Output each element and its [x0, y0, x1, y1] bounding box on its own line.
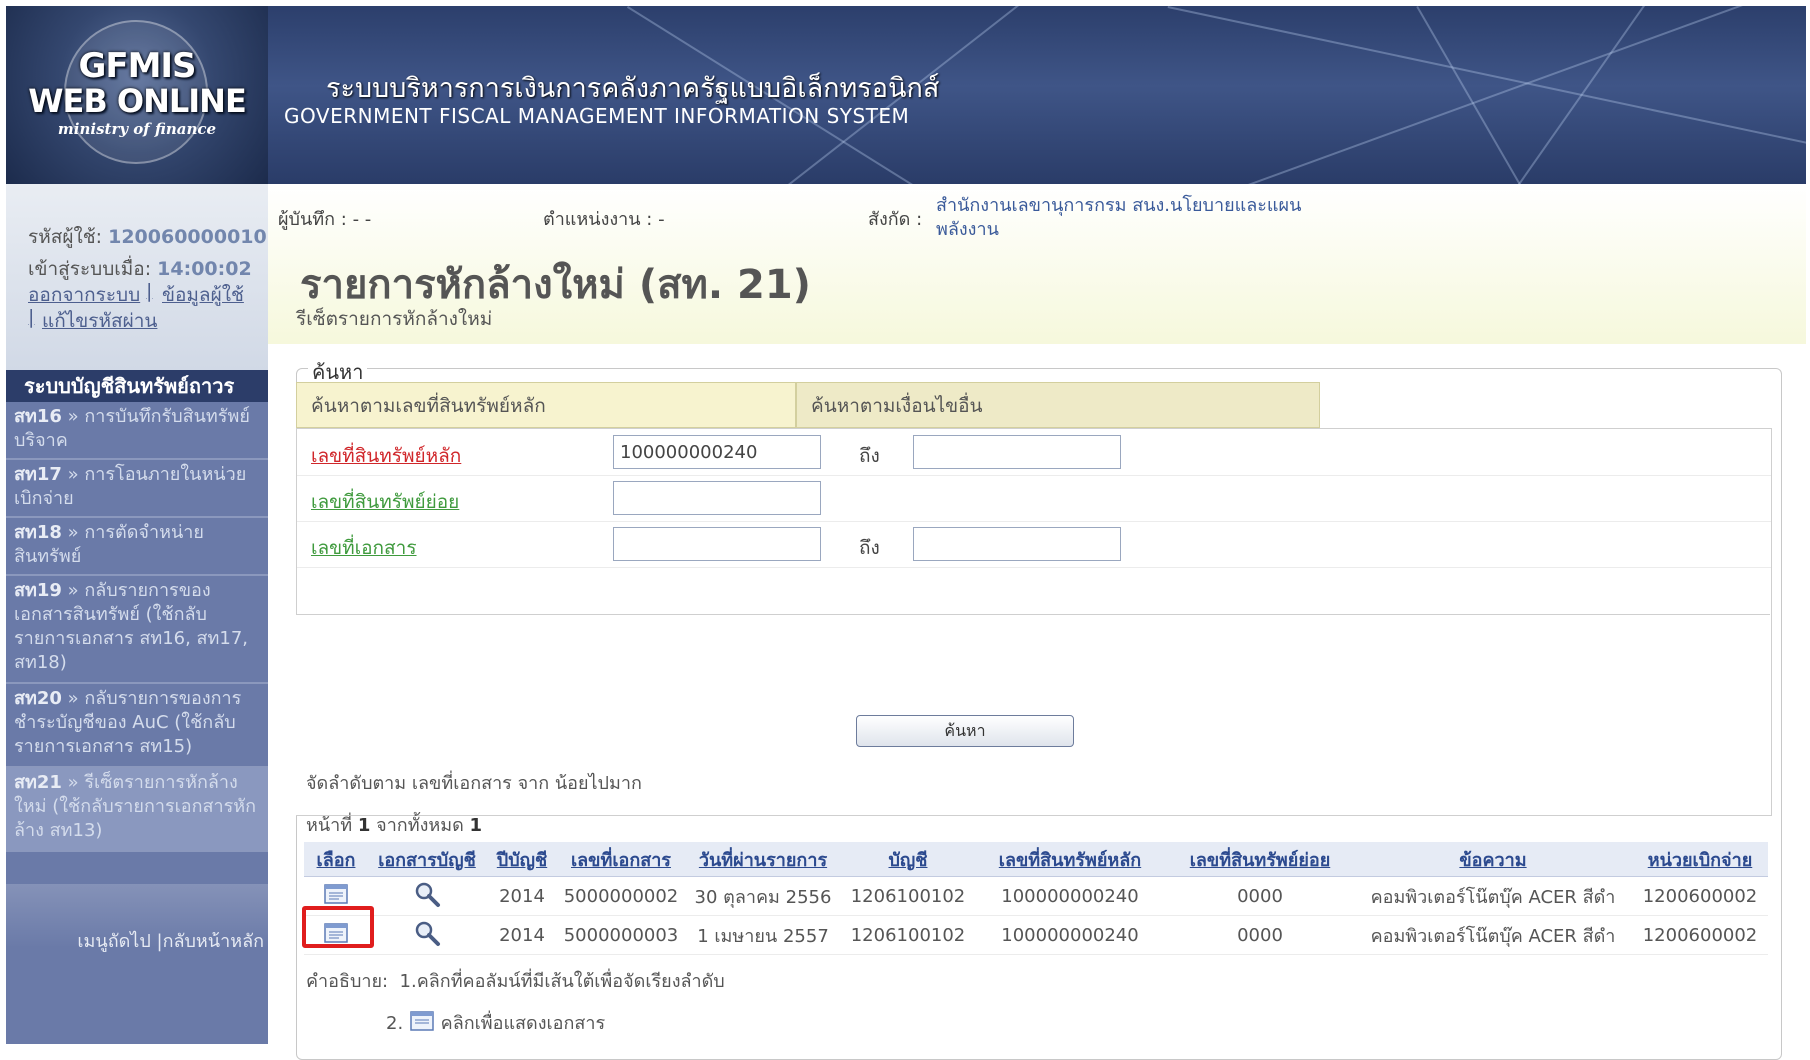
header-banner: ระบบบริหารการเงินการคลังภาครัฐแบบอิเล็กท…: [268, 6, 1806, 184]
login-time-value: 14:00:02: [157, 258, 252, 280]
tab-search-by-other-conditions[interactable]: ค้นหาตามเงื่อนไขอื่น: [796, 382, 1320, 428]
col-doc-no[interactable]: เลขที่เอกสาร: [558, 842, 684, 877]
highlight-box: [302, 906, 374, 948]
sub-asset-input[interactable]: [613, 481, 821, 515]
unit-cell: 1200600002: [1632, 876, 1768, 916]
view-cell: [368, 915, 486, 955]
logo-text-ministry: ministry of finance: [57, 120, 217, 138]
post-date-cell: 1 เมษายน 2557: [684, 915, 842, 955]
change-password-link[interactable]: แก้ไขรหัสผ่าน: [42, 306, 157, 336]
sub-asset-cell: 0000: [1166, 876, 1354, 916]
doc-no-label[interactable]: เลขที่เอกสาร: [311, 533, 417, 563]
form-row-main-asset: เลขที่สินทรัพย์หลัก ถึง: [297, 429, 1771, 476]
document-icon[interactable]: [323, 882, 349, 906]
menu-item-st20[interactable]: สท20 » กลับรายการของการชำระบัญชีของ AuC …: [6, 684, 268, 768]
col-account[interactable]: บัญชี: [842, 842, 974, 877]
col-fiscal-year[interactable]: ปีบัญชี: [486, 842, 558, 877]
magnifier-icon[interactable]: [413, 919, 441, 947]
tab-search-by-main-asset[interactable]: ค้นหาตามเลขที่สินทรัพย์หลัก: [296, 382, 796, 428]
year-cell: 2014: [486, 915, 558, 955]
to-label: ถึง: [859, 445, 880, 467]
account-cell: 1206100102: [842, 915, 974, 955]
sort-info: จัดลำดับตาม เลขที่เอกสาร จาก น้อยไปมาก: [306, 773, 642, 794]
search-button[interactable]: ค้นหา: [856, 715, 1074, 747]
menu-item-st19[interactable]: สท19 » กลับรายการของเอกสารสินทรัพย์ (ใช้…: [6, 576, 268, 684]
sub-asset-cell: 0000: [1166, 915, 1354, 955]
table-row: 2014 5000000002 30 ตุลาคม 2556 120610010…: [304, 876, 1768, 916]
doc-no-cell: 5000000002: [558, 876, 684, 916]
to-label: ถึง: [859, 537, 880, 559]
col-post-date[interactable]: วันที่ผ่านรายการ: [684, 842, 842, 877]
org-label: สังกัด :: [868, 209, 923, 230]
col-sub-asset[interactable]: เลขที่สินทรัพย์ย่อย: [1166, 842, 1354, 877]
user-id-line: รหัสผู้ใช้: 120060000010: [28, 226, 267, 248]
main-asset-to-input[interactable]: [913, 435, 1121, 469]
magnifier-icon[interactable]: [413, 880, 441, 908]
account-cell: 1206100102: [842, 876, 974, 916]
main-asset-from-input[interactable]: [613, 435, 821, 469]
main-asset-cell: 100000000240: [974, 915, 1166, 955]
menu-item-st17[interactable]: สท17 » การโอนภายในหน่วยเบิกจ่าย: [6, 460, 268, 518]
year-cell: 2014: [486, 876, 558, 916]
form-row-doc-no: เลขที่เอกสาร ถึง: [297, 521, 1771, 568]
legend-note-2: 2. คลิกเพื่อแสดงเอกสาร: [386, 1008, 605, 1037]
user-panel: รหัสผู้ใช้: 120060000010 เข้าสู่ระบบเมื่…: [6, 184, 268, 370]
text-cell: คอมพิวเตอร์โน๊ตบุ๊ค ACER สีดำ: [1354, 915, 1632, 955]
doc-no-from-input[interactable]: [613, 527, 821, 561]
text-cell: คอมพิวเตอร์โน๊ตบุ๊ค ACER สีดำ: [1354, 876, 1632, 916]
view-cell: [368, 876, 486, 916]
system-title-thai: ระบบบริหารการเงินการคลังภาครัฐแบบอิเล็กท…: [326, 73, 940, 104]
col-main-asset[interactable]: เลขที่สินทรัพย์หลัก: [974, 842, 1166, 877]
logo-text-gfmis: GFMIS: [78, 46, 196, 86]
main-asset-cell: 100000000240: [974, 876, 1166, 916]
system-title-english: GOVERNMENT FISCAL MANAGEMENT INFORMATION…: [284, 104, 910, 128]
user-info-link[interactable]: ข้อมูลผู้ใช้: [162, 280, 244, 310]
info-strip: ผู้บันทึก : - - ตำแหน่งงาน : - สังกัด : …: [268, 184, 1806, 344]
recorder-info: ผู้บันทึก : - -: [278, 209, 372, 230]
separator: |: [146, 280, 153, 302]
menu-footer: เมนูถัดไป |กลับหน้าหลัก: [6, 884, 268, 1044]
menu-item-st18[interactable]: สท18 » การตัดจำหน่ายสินทรัพย์: [6, 518, 268, 576]
user-id-value: 120060000010: [108, 226, 267, 248]
logo-text-web-online: WEB ONLINE: [28, 82, 247, 120]
doc-no-cell: 5000000003: [558, 915, 684, 955]
unit-cell: 1200600002: [1632, 915, 1768, 955]
separator: |: [28, 306, 35, 328]
main-asset-label[interactable]: เลขที่สินทรัพย์หลัก: [311, 441, 461, 471]
col-select: เลือก: [304, 842, 368, 877]
position-info: ตำแหน่งงาน : -: [543, 209, 665, 230]
menu-item-st21[interactable]: สท21 » รีเซ็ตรายการหักล้างใหม่ (ใช้กลับร…: [6, 768, 268, 852]
page-subtitle: รีเซ็ตรายการหักล้างใหม่: [296, 308, 493, 330]
doc-no-to-input[interactable]: [913, 527, 1121, 561]
menu-item-st16[interactable]: สท16 » การบันทึกรับสินทรัพย์บริจาค: [6, 402, 268, 460]
left-sidebar: รหัสผู้ใช้: 120060000010 เข้าสู่ระบบเมื่…: [6, 184, 268, 1044]
sub-asset-label[interactable]: เลขที่สินทรัพย์ย่อย: [311, 487, 459, 517]
legend-note-1: คำอธิบาย: 1.คลิกที่คอลัมน์ที่มีเส้นใต้เพ…: [306, 971, 725, 992]
menu-header: ระบบบัญชีสินทรัพย์ถาวร: [6, 370, 268, 402]
table-row: 2014 5000000003 1 เมษายน 2557 1206100102…: [304, 915, 1768, 955]
post-date-cell: 30 ตุลาคม 2556: [684, 876, 842, 916]
results-table: เลือก เอกสารบัญชี ปีบัญชี เลขที่เอกสาร ว…: [304, 842, 1768, 955]
col-text[interactable]: ข้อความ: [1354, 842, 1632, 877]
col-account-doc: เอกสารบัญชี: [368, 842, 486, 877]
document-icon: [410, 1011, 434, 1031]
menu-footer-links[interactable]: เมนูถัดไป |กลับหน้าหลัก: [77, 926, 264, 955]
results-header-row: เลือก เอกสารบัญชี ปีบัญชี เลขที่เอกสาร ว…: [304, 842, 1768, 877]
main-content: ค้นหา ค้นหาตามเลขที่สินทรัพย์หลัก ค้นหาต…: [268, 344, 1806, 1060]
page-info: หน้าที่ 1 จากทั้งหมด 1: [306, 815, 483, 836]
org-name: สำนักงานเลขานุการกรม สนง.นโยบายและแผน พล…: [936, 195, 1302, 240]
form-row-sub-asset: เลขที่สินทรัพย์ย่อย: [297, 475, 1771, 522]
gfmis-logo: GFMIS WEB ONLINE ministry of finance: [6, 6, 268, 184]
col-disbursement-unit[interactable]: หน่วยเบิกจ่าย: [1632, 842, 1768, 877]
